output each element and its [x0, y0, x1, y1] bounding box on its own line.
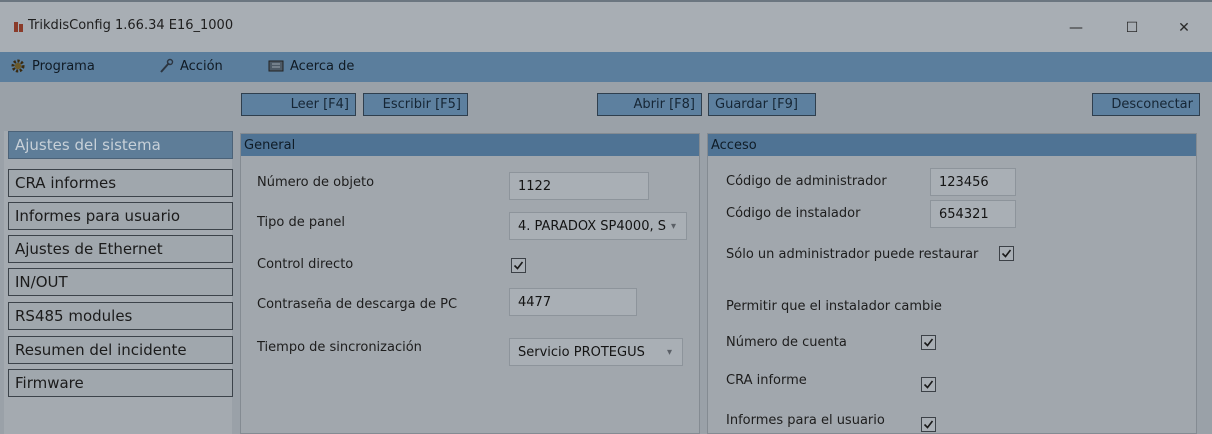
sidebar-item-firmware[interactable]: Firmware: [8, 369, 233, 397]
sidebar: Ajustes del sistema CRA informes Informe…: [4, 131, 233, 434]
direct-control-label: Control directo: [257, 257, 354, 272]
account-number-label: Número de cuenta: [726, 335, 847, 350]
menu-programa[interactable]: Programa: [10, 58, 95, 74]
write-button[interactable]: Escribir [F5]: [363, 93, 468, 116]
chevron-down-icon: ▾: [666, 346, 672, 358]
user-reports-label: Informes para el usuario: [726, 413, 885, 428]
read-button[interactable]: Leer [F4]: [241, 93, 356, 116]
window-title: TrikdisConfig 1.66.34 E16_1000: [28, 18, 234, 33]
menu-acerca-de[interactable]: Acerca de: [268, 58, 354, 74]
checkmark-icon: [923, 338, 934, 347]
checkmark-icon: [513, 261, 524, 270]
disconnect-button[interactable]: Desconectar: [1092, 93, 1200, 116]
close-button[interactable]: ✕: [1164, 15, 1204, 41]
minimize-icon: —: [1069, 20, 1083, 36]
sidebar-item-ajustes-de-ethernet[interactable]: Ajustes de Ethernet: [8, 235, 233, 263]
panel-type-value: 4. PARADOX SP4000, S: [518, 218, 666, 234]
user-reports-checkbox[interactable]: [921, 417, 936, 432]
title-bar: TrikdisConfig 1.66.34 E16_1000 — ☐ ✕: [0, 0, 1212, 52]
toolbar: Leer [F4] Escribir [F5] Abrir [F8] Guard…: [0, 82, 1212, 124]
general-panel-title: General: [241, 134, 699, 156]
open-button[interactable]: Abrir [F8]: [597, 93, 702, 116]
installer-code-label: Código de instalador: [726, 206, 861, 221]
installer-code-input[interactable]: 654321: [930, 200, 1016, 228]
maximize-icon: ☐: [1125, 20, 1139, 36]
info-card-icon: [268, 60, 284, 72]
menu-label: Programa: [32, 58, 95, 74]
pc-password-input[interactable]: 4477: [509, 288, 637, 316]
admin-code-input[interactable]: 123456: [930, 168, 1016, 196]
access-panel: Acceso Código de administrador 123456 Có…: [707, 133, 1197, 434]
menu-label: Acción: [180, 58, 223, 74]
only-admin-restore-label: Sólo un administrador puede restaurar: [726, 247, 979, 262]
wand-icon: [160, 58, 174, 73]
save-button[interactable]: Guardar [F9]: [708, 93, 816, 116]
only-admin-restore-checkbox[interactable]: [999, 246, 1014, 261]
sidebar-item-rs485-modules[interactable]: RS485 modules: [8, 302, 233, 330]
cra-report-checkbox[interactable]: [921, 377, 936, 392]
account-number-checkbox[interactable]: [921, 335, 936, 350]
access-panel-title: Acceso: [708, 134, 1196, 156]
checkmark-icon: [1001, 249, 1012, 258]
menu-bar: Programa Acción Acerca de: [0, 52, 1212, 82]
panel-type-select[interactable]: 4. PARADOX SP4000, S ▾: [509, 212, 687, 240]
chevron-down-icon: ▾: [670, 220, 676, 232]
direct-control-checkbox[interactable]: [511, 258, 526, 273]
menu-label: Acerca de: [290, 58, 355, 74]
sidebar-item-informes-para-usuario[interactable]: Informes para usuario: [8, 202, 233, 230]
general-panel: General Número de objeto 1122 Tipo de pa…: [240, 133, 700, 434]
allow-installer-change-label: Permitir que el instalador cambie: [726, 299, 942, 314]
checkmark-icon: [923, 380, 934, 389]
pc-password-label: Contraseña de descarga de PC: [257, 297, 458, 312]
checkmark-icon: [923, 420, 934, 429]
sync-time-value: Servicio PROTEGUS: [518, 344, 645, 360]
admin-code-label: Código de administrador: [726, 174, 887, 189]
maximize-button[interactable]: ☐: [1112, 15, 1152, 41]
sidebar-item-in-out[interactable]: IN/OUT: [8, 268, 233, 296]
cra-report-label: CRA informe: [726, 373, 807, 388]
object-number-label: Número de objeto: [257, 175, 375, 190]
gear-icon: [11, 59, 25, 73]
minimize-button[interactable]: —: [1056, 15, 1096, 41]
panel-type-label: Tipo de panel: [257, 215, 345, 230]
menu-accion[interactable]: Acción: [158, 58, 223, 74]
sync-time-label: Tiempo de sincronización: [257, 340, 422, 355]
sync-time-select[interactable]: Servicio PROTEGUS ▾: [509, 338, 683, 366]
object-number-input[interactable]: 1122: [509, 172, 649, 200]
sidebar-item-cra-informes[interactable]: CRA informes: [8, 169, 233, 197]
close-icon: ✕: [1178, 20, 1190, 36]
app-logo-icon: [14, 22, 23, 32]
sidebar-item-resumen-del-incidente[interactable]: Resumen del incidente: [8, 336, 233, 364]
sidebar-item-ajustes-del-sistema[interactable]: Ajustes del sistema: [8, 131, 233, 159]
